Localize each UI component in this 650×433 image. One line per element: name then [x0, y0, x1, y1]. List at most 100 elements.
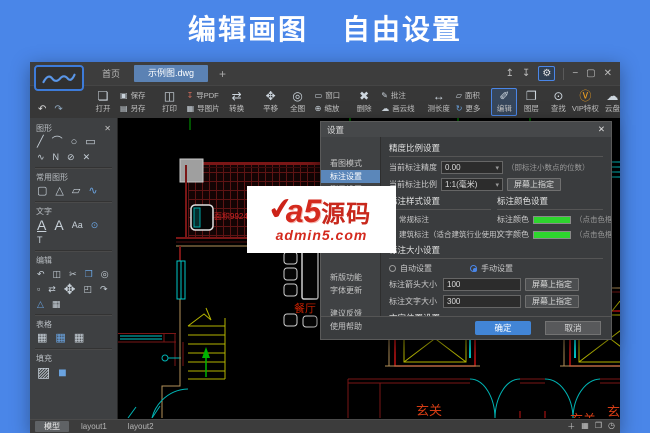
text-color-swatch[interactable] — [533, 230, 571, 239]
hatch-fill-tool-icon[interactable]: ▨ — [37, 365, 50, 379]
redo-icon[interactable]: ↷ — [54, 104, 62, 115]
pick-on-screen-button[interactable]: 屏幕上指定 — [525, 295, 579, 308]
fit-view-button[interactable]: ◎ 全图 — [285, 90, 311, 114]
stretch-tool-icon[interactable]: ◰ — [83, 283, 92, 296]
sidebar-divider — [35, 167, 112, 169]
window-zoom-button[interactable]: ▭ 窗口 — [315, 90, 341, 101]
pick-on-screen-button[interactable]: 屏幕上指定 — [507, 178, 561, 191]
multi-text-tool-icon[interactable]: A — [54, 218, 63, 232]
save-as-button[interactable]: ▤ 另存 — [120, 103, 146, 114]
panel-close-icon[interactable]: ✕ — [104, 124, 111, 133]
save-button[interactable]: ▣ 保存 — [120, 90, 146, 101]
text-size-input[interactable] — [443, 295, 521, 308]
mirror-tool-icon[interactable]: ⇄ — [48, 283, 56, 296]
cloud-line-button[interactable]: ☁ 画云线 — [381, 103, 415, 114]
arrow-size-input[interactable] — [443, 278, 521, 291]
dialog-close-icon[interactable]: ✕ — [598, 124, 605, 135]
minimize-button[interactable]: − — [572, 68, 578, 79]
tab-home[interactable]: 首页 — [92, 67, 130, 80]
find-button[interactable]: ⊙ 查找 — [545, 90, 571, 114]
edit-button[interactable]: ✐ 编辑 — [491, 88, 518, 116]
ok-button[interactable]: 确定 — [475, 321, 531, 335]
convert-button[interactable]: ⇄ 转换 — [224, 90, 250, 114]
move-tool-icon[interactable]: ✥ — [64, 282, 76, 296]
settings-button[interactable]: ⚙ — [538, 66, 556, 81]
area-button[interactable]: ▱ 面积 — [456, 90, 481, 101]
ellipse-tool-icon[interactable]: ⊘ — [67, 151, 75, 164]
trim-tool-icon[interactable]: ✂ — [69, 268, 77, 281]
export-image-button[interactable]: ▦ 导图片 — [187, 103, 220, 114]
export-pdf-button[interactable]: ↧ 导PDF — [187, 90, 220, 101]
line-tool-icon[interactable]: ╱ — [37, 136, 44, 149]
maximize-button[interactable]: ▢ — [586, 68, 595, 79]
trapezoid-tool-icon[interactable]: ▱ — [72, 185, 80, 198]
rounded-rect-tool-icon[interactable]: ▢ — [37, 185, 47, 198]
pick-on-screen-button[interactable]: 屏幕上指定 — [525, 278, 579, 291]
history-icon[interactable]: ◷ — [608, 421, 615, 432]
single-text-tool-icon[interactable]: A — [37, 218, 46, 232]
table-import-tool-icon[interactable]: ▦ — [55, 332, 65, 345]
export-image-icon: ▦ — [186, 104, 195, 113]
spline-tool-icon[interactable]: N — [53, 151, 60, 164]
nav-annotation-settings[interactable]: 标注设置 — [321, 170, 380, 183]
fit-view-icon: ◎ — [292, 89, 303, 103]
layout-tab-layout1[interactable]: layout1 — [72, 421, 116, 432]
delete-button[interactable]: ✖ 删除 — [351, 90, 377, 114]
pan-button[interactable]: ✥ 平移 — [258, 90, 284, 114]
precision-select[interactable]: 0.00 ▾ — [441, 161, 503, 174]
add-layout-icon[interactable]: ＋ — [567, 421, 575, 432]
triangle-tool-icon[interactable]: △ — [55, 185, 63, 198]
leader-tool-icon[interactable]: ∿ — [88, 185, 97, 198]
annotate-button[interactable]: ✎ 批注 — [381, 90, 415, 101]
arc-tool-icon[interactable]: ⌒ — [52, 136, 63, 149]
vip-button[interactable]: Ⓥ VIP特权 — [572, 90, 599, 114]
annotate-icon: ✎ — [381, 91, 388, 100]
point-tool-icon[interactable]: ✕ — [83, 151, 91, 164]
undo-icon[interactable]: ↶ — [38, 104, 46, 115]
new-tab-button[interactable]: + — [212, 67, 233, 81]
array-tool-icon[interactable]: ↷ — [100, 283, 108, 296]
close-button[interactable]: ✕ — [604, 68, 612, 79]
paste-tool-icon[interactable]: ❒ — [85, 268, 93, 281]
nav-view-mode[interactable]: 看图模式 — [321, 157, 380, 170]
layers-button[interactable]: ❐ 图层 — [518, 90, 544, 114]
share-icon[interactable]: ↥ — [506, 68, 514, 79]
annotation-color-swatch[interactable] — [533, 215, 571, 224]
solid-fill-tool-icon[interactable]: ■ — [58, 365, 66, 379]
auto-size-radio[interactable] — [389, 265, 396, 272]
table-export-tool-icon[interactable]: ▦ — [74, 332, 84, 345]
print-button[interactable]: ◫ 打印 — [157, 90, 183, 114]
rotate-tool-icon[interactable]: ↶ — [37, 268, 45, 281]
text-style-tool-icon[interactable]: Aa — [72, 219, 83, 232]
circle-tool-icon[interactable]: ○ — [71, 136, 78, 149]
rectangle-tool-icon[interactable]: ▭ — [85, 136, 95, 149]
scale-select[interactable]: 1:1(毫米) ▾ — [441, 178, 503, 191]
cloud-drive-button[interactable]: ☁ 云盘 — [599, 90, 625, 114]
text-edit-tool-icon[interactable]: T — [37, 234, 43, 247]
export-pdf-icon: ↧ — [186, 91, 194, 100]
cancel-button[interactable]: 取消 — [545, 321, 601, 335]
open-button[interactable]: ❏ 打开 — [90, 90, 116, 114]
block-tool-icon[interactable]: ▦ — [52, 298, 61, 311]
copy-tool-icon[interactable]: ◫ — [53, 268, 62, 281]
table-create-tool-icon[interactable]: ▦ — [37, 332, 47, 345]
manual-size-radio[interactable] — [470, 265, 477, 272]
text-find-tool-icon[interactable]: ⊙ — [91, 219, 99, 232]
layout-tab-layout2[interactable]: layout2 — [119, 421, 163, 432]
offset-tool-icon[interactable]: ◎ — [101, 268, 109, 281]
erase-tool-icon[interactable]: ▫ — [37, 283, 40, 296]
polyline-tool-icon[interactable]: ∿ — [37, 151, 45, 164]
more-button[interactable]: ↻ 更多 — [456, 103, 481, 114]
statusbar-actions: ＋ ▦ ❐ ◷ — [567, 421, 615, 432]
zoom-button[interactable]: ⊕ 缩放 — [315, 103, 341, 114]
nav-font-update[interactable]: 字体更新 — [321, 284, 380, 297]
measure-length-button[interactable]: ↔ 测长度 — [426, 90, 452, 114]
tab-document[interactable]: 示例图.dwg — [134, 65, 209, 82]
grid-view-icon[interactable]: ▦ — [581, 421, 589, 432]
app-logo[interactable] — [34, 65, 84, 91]
download-icon[interactable]: ↧ — [522, 68, 530, 79]
cascade-windows-icon[interactable]: ❐ — [595, 421, 602, 432]
layout-tab-model[interactable]: 模型 — [35, 421, 69, 432]
nav-new-features[interactable]: 新版功能 — [321, 271, 380, 284]
scale-tool-icon[interactable]: △ — [37, 298, 44, 311]
